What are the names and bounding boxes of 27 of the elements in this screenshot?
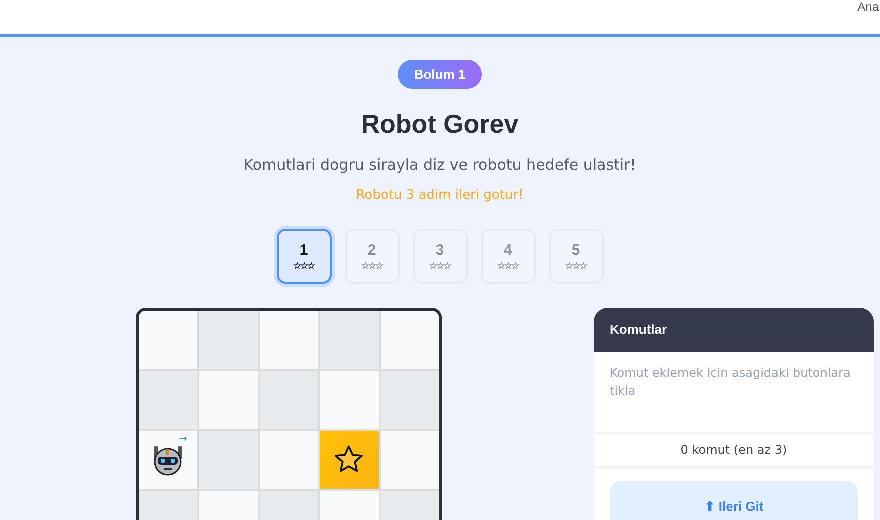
board-cell: [260, 311, 318, 369]
board-cell: [380, 311, 439, 369]
level-button[interactable]: 4 ☆☆☆: [480, 229, 536, 284]
board-cell: [260, 431, 318, 489]
board-cell: [199, 371, 258, 429]
board-cell: [139, 371, 198, 429]
direction-arrow: →: [179, 435, 188, 445]
panel-title: Komutlar: [594, 308, 874, 352]
page-title: Robot Gorev: [361, 109, 519, 140]
board-cell: [199, 311, 258, 369]
level-badge: Bolum 1: [398, 60, 482, 89]
robot-icon: [152, 443, 184, 477]
level-button[interactable]: 2 ☆☆☆: [344, 229, 400, 284]
empty-message: Komut eklemek icin asagidaki butonlara tikla: [609, 365, 852, 400]
board-cell: [320, 371, 379, 429]
task-hint: Robotu 3 adim ileri gotur!: [356, 188, 524, 203]
board-cell: [320, 311, 379, 369]
command-count: 0 komut (en az 3): [594, 432, 874, 469]
level-button[interactable]: 5 ☆☆☆: [548, 229, 604, 284]
board-cell: [380, 371, 439, 429]
subtitle: Komutlari dogru sirayla diz ve robotu hedefe ulastir!: [244, 156, 636, 174]
board-cell: [139, 311, 198, 369]
forward-button[interactable]: ⬆ Ileri Git: [610, 481, 858, 520]
board-cell: [260, 371, 318, 429]
level-button[interactable]: 3 ☆☆☆: [412, 229, 468, 284]
nav-link[interactable]: Ana: [858, 0, 879, 14]
board-cell: [380, 431, 439, 489]
